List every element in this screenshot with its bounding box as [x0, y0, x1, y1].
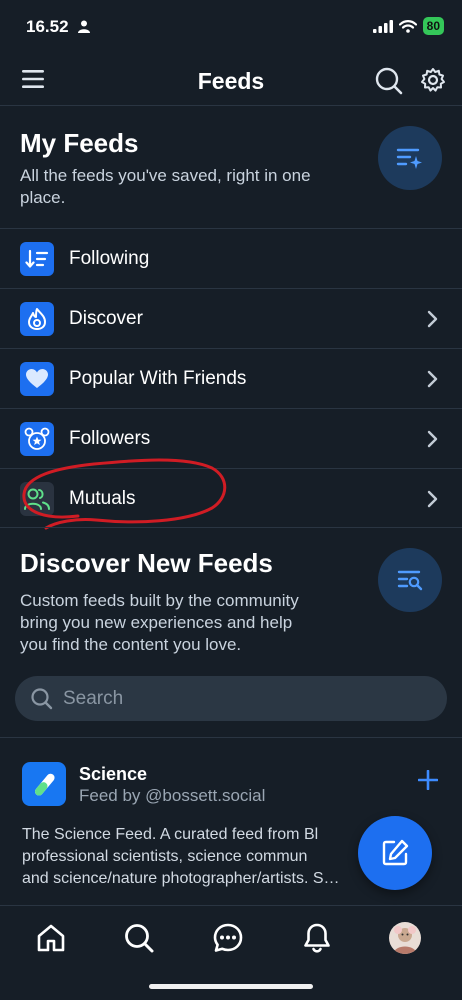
feed-row-following[interactable]: Following [0, 228, 462, 288]
feed-label-followers: Followers [69, 427, 151, 449]
search-placeholder: Search [63, 687, 124, 709]
section-divider [0, 527, 462, 528]
status-time: 16.52 [26, 17, 69, 36]
feed-card-author: Feed by @bossett.social [79, 786, 266, 805]
my-feeds-title: My Feeds [20, 128, 139, 158]
chevron-right-icon [427, 370, 438, 387]
home-icon[interactable] [35, 922, 67, 954]
discover-icon [20, 301, 54, 336]
search-icon[interactable] [375, 67, 403, 95]
chevron-right-icon [427, 310, 438, 327]
feed-row-popular-with-friends[interactable]: Popular With Friends [0, 348, 462, 408]
feed-card-title: Science [79, 764, 148, 784]
feed-label-following: Following [69, 247, 150, 269]
search-icon [31, 687, 53, 709]
chat-icon[interactable] [212, 922, 244, 954]
annotation-scribble [22, 458, 227, 530]
followers-icon [20, 421, 54, 456]
compose-button[interactable] [358, 816, 432, 890]
discover-subtitle-line2: bring you new experiences and help [20, 613, 293, 632]
gear-icon[interactable] [420, 67, 446, 93]
my-feeds-subtitle-line1: All the feeds you've saved, right in one [20, 166, 311, 185]
my-feeds-subtitle-line2: place. [20, 188, 66, 207]
feed-label-discover: Discover [69, 307, 143, 329]
chevron-right-icon [427, 430, 438, 447]
heart-icon [20, 361, 54, 396]
chevron-right-icon [427, 490, 438, 507]
feed-row-discover[interactable]: Discover [0, 288, 462, 348]
feed-label-popular-with-friends: Popular With Friends [69, 367, 247, 389]
search-input[interactable]: Search [15, 676, 447, 721]
discover-subtitle-line1: Custom feeds built by the community [20, 591, 299, 610]
list-search-icon [397, 570, 423, 591]
compose-icon [382, 839, 409, 866]
home-indicator [149, 984, 313, 989]
discover-feeds-button[interactable] [378, 548, 442, 612]
discover-title: Discover New Feeds [20, 548, 273, 578]
search-tab-icon[interactable] [123, 922, 155, 954]
discover-subtitle-line3: you find the content you love. [20, 635, 242, 654]
status-indicators: 80 [372, 17, 444, 35]
avatar-image-icon [393, 926, 417, 954]
test-tube-icon [22, 762, 66, 806]
status-bar: 16.52 80 [0, 0, 462, 56]
person-icon [78, 20, 90, 33]
battery-indicator: 80 [422, 17, 444, 35]
wifi-icon [398, 19, 417, 33]
bell-icon[interactable] [301, 922, 333, 954]
add-feed-icon[interactable] [418, 770, 438, 790]
following-icon [20, 241, 54, 276]
top-nav: Feeds [0, 56, 462, 106]
sliders-sparkle-icon [396, 148, 422, 169]
signal-icon [372, 19, 393, 33]
edit-feeds-button[interactable] [378, 126, 442, 190]
avatar[interactable] [389, 922, 421, 954]
